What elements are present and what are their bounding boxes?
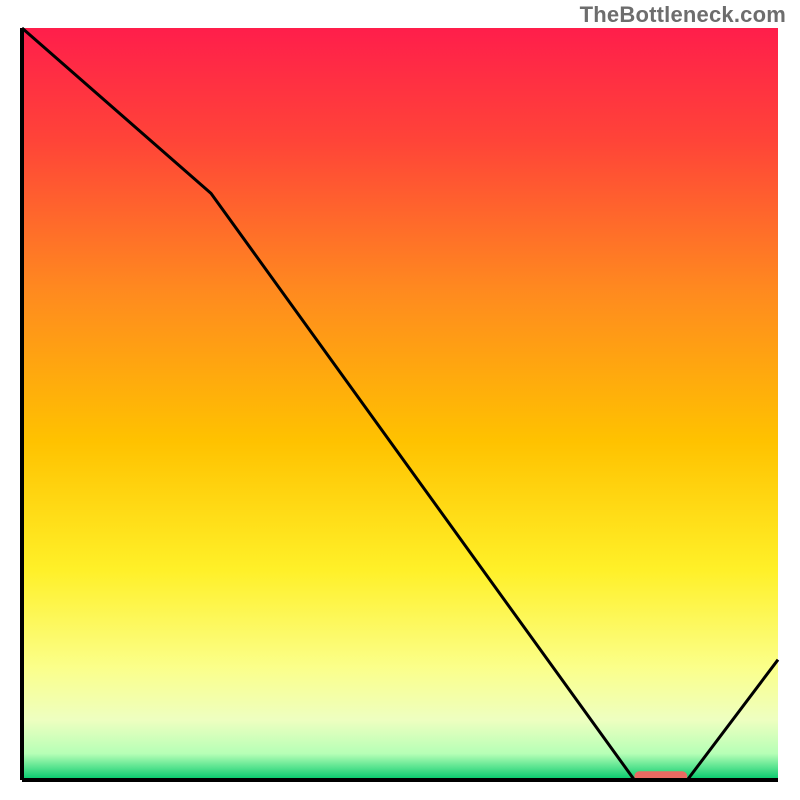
chart-background bbox=[22, 28, 778, 780]
watermark-label: TheBottleneck.com bbox=[580, 2, 786, 28]
chart-container: TheBottleneck.com bbox=[0, 0, 800, 800]
gradient-line-chart bbox=[0, 0, 800, 800]
